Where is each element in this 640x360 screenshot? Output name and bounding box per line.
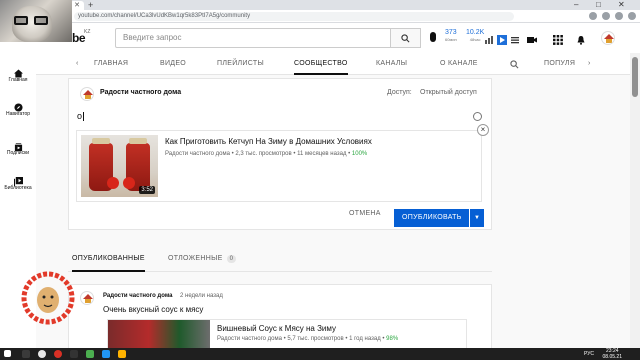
embedded-video-title[interactable]: Вишневый Соус к Мясу на Зиму <box>217 324 336 333</box>
minimize-button[interactable]: – <box>574 0 578 10</box>
embedded-video-meta: Радости частного дома • 5,7 тыс. просмот… <box>217 336 399 342</box>
bell-icon[interactable] <box>576 32 586 45</box>
attached-video-title[interactable]: Как Приготовить Кетчуп На Зиму в Домашни… <box>165 137 372 146</box>
chart-icon[interactable] <box>484 32 494 44</box>
apps-grid-icon[interactable] <box>553 32 563 45</box>
maximize-button[interactable]: □ <box>596 0 601 10</box>
home-icon <box>13 65 23 78</box>
browser-tabstrip: ✕ + – □ ✕ <box>0 0 640 10</box>
tab-videos[interactable]: ВИДЕО <box>160 53 186 75</box>
create-video-icon[interactable] <box>527 32 537 43</box>
emoji-icon[interactable] <box>473 112 482 121</box>
taskbar-app-icon[interactable] <box>38 350 46 358</box>
guide-item-library[interactable]: Библиотека <box>0 173 36 191</box>
tabs-search-icon[interactable] <box>510 53 519 75</box>
tabs-forward-chevron-icon[interactable]: › <box>588 53 591 75</box>
library-icon <box>13 173 23 186</box>
play-next-icon[interactable] <box>497 32 507 45</box>
post-timestamp[interactable]: 2 недели назад <box>180 293 223 299</box>
language-indicator[interactable]: РУС <box>584 351 594 357</box>
logo-region: KZ <box>84 29 91 35</box>
glasses-graphic <box>14 16 50 25</box>
taskbar-app-icon[interactable] <box>118 350 126 358</box>
community-post: Радости частного дома 2 недели назад Оче… <box>68 284 492 350</box>
post-composer: Радости частного дома Доступ: Открытый д… <box>68 78 492 230</box>
compass-icon <box>13 99 23 112</box>
youtube-header: be KZ Введите запрос 373 60мин 10.2K 48ч… <box>0 23 640 53</box>
profile-icon[interactable] <box>628 12 636 20</box>
url-field[interactable]: youtube.com/channel/UCa3lvUdKBw1qr5k83Pt… <box>74 12 514 21</box>
address-bar-row: youtube.com/channel/UCa3lvUdKBw1qr5k83Pt… <box>0 10 640 23</box>
guide-item-subscriptions[interactable]: Подписки <box>0 138 36 156</box>
access-label: Доступ: <box>387 89 412 96</box>
tab-home[interactable]: ГЛАВНАЯ <box>94 53 128 75</box>
tab-channels[interactable]: КАНАЛЫ <box>376 53 407 75</box>
browser-tab-close[interactable]: ✕ <box>70 1 84 10</box>
opera-icon[interactable] <box>54 350 62 358</box>
taskbar-app-icon[interactable] <box>102 350 110 358</box>
extension-icon[interactable] <box>615 12 623 20</box>
video-duration: 3:52 <box>139 186 155 194</box>
extension-icon[interactable] <box>589 12 597 20</box>
menu-icon[interactable] <box>510 32 520 44</box>
webcam-overlay <box>0 0 72 42</box>
post-text: Очень вкусный соус к мясу <box>103 305 204 314</box>
clock[interactable]: 23:24 08.05.21 <box>603 348 622 360</box>
attached-video-card: 3:52 Как Приготовить Кетчуп На Зиму в До… <box>76 130 482 202</box>
taskbar-app-icon[interactable] <box>86 350 94 358</box>
post-author-avatar[interactable] <box>80 291 94 305</box>
post-text-input[interactable]: о <box>77 111 85 122</box>
cancel-button[interactable]: ОТМЕНА <box>349 210 381 217</box>
realtime-stat-48h: 10.2K 48час <box>466 29 485 42</box>
embedded-video-thumbnail[interactable] <box>108 320 210 348</box>
search-button[interactable] <box>391 28 421 48</box>
extension-icons <box>589 12 636 20</box>
channel-tabs: ‹ ГЛАВНАЯ ВИДЕО ПЛЕЙЛИСТЫ СООБЩЕСТВО КАН… <box>36 53 630 75</box>
start-icon[interactable] <box>4 350 11 357</box>
extension-icon[interactable] <box>602 12 610 20</box>
guide-item-explore[interactable]: Навигатор <box>0 99 36 117</box>
tab-community[interactable]: СООБЩЕСТВО <box>294 53 348 75</box>
publish-options-dropdown[interactable]: ▼ <box>470 209 484 227</box>
post-author-name[interactable]: Радости частного дома <box>103 293 173 299</box>
tab-scheduled[interactable]: ОТЛОЖЕННЫЕ 0 <box>168 250 237 272</box>
tabs-back-chevron-icon[interactable]: ‹ <box>76 53 79 75</box>
account-avatar[interactable] <box>601 31 615 45</box>
scheduled-count: 0 <box>226 255 237 263</box>
guide-item-home[interactable]: Главная <box>0 65 36 83</box>
composer-channel-name: Радости частного дома <box>100 89 182 96</box>
publish-button[interactable]: ОПУБЛИКОВАТЬ <box>394 209 469 227</box>
page-scrollbar[interactable] <box>630 53 640 348</box>
windows-taskbar: РУС 23:24 08.05.21 <box>0 348 640 360</box>
access-dropdown[interactable]: Открытый доступ <box>420 89 477 96</box>
posts-tabs: ОПУБЛИКОВАННЫЕ ОТЛОЖЕННЫЕ 0 <box>68 250 492 272</box>
taskbar-app-icon[interactable] <box>70 350 78 358</box>
tab-about[interactable]: О КАНАЛЕ <box>440 53 478 75</box>
channel-watermark-stamp <box>21 271 75 325</box>
tab-playlists[interactable]: ПЛЕЙЛИСТЫ <box>217 53 264 75</box>
post-embedded-video[interactable]: Вишневый Соус к Мясу на Зиму Радости час… <box>107 319 467 349</box>
channel-avatar <box>80 87 94 101</box>
subscriptions-icon <box>14 138 23 151</box>
realtime-stat-60min: 373 60мин <box>445 29 457 42</box>
scrollbar-thumb[interactable] <box>632 57 638 97</box>
remove-attachment-close-icon[interactable]: × <box>477 124 489 136</box>
tab-popular[interactable]: ПОПУЛЯ <box>544 53 575 75</box>
attached-video-meta: Радости частного дома • 2,3 тыс. просмот… <box>165 151 368 157</box>
microphone-icon[interactable] <box>430 32 436 42</box>
search-icon <box>401 33 410 42</box>
video-thumbnail[interactable]: 3:52 <box>81 135 158 197</box>
search-input[interactable]: Введите запрос <box>115 28 391 48</box>
new-tab-button[interactable]: + <box>88 0 93 10</box>
close-window-button[interactable]: ✕ <box>618 0 625 10</box>
search-taskbar-icon[interactable] <box>22 350 30 358</box>
tab-published[interactable]: ОПУБЛИКОВАННЫЕ <box>72 250 145 272</box>
